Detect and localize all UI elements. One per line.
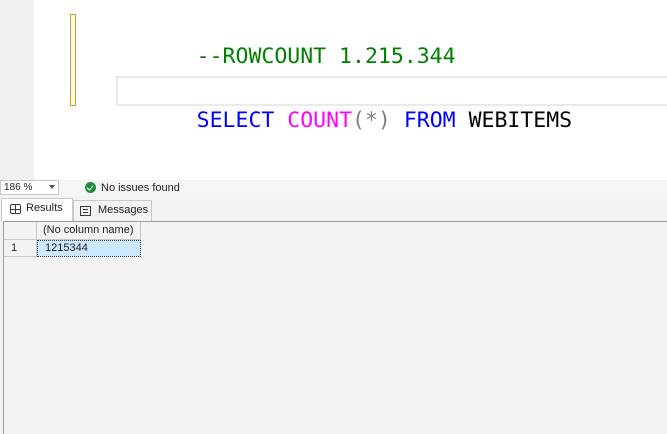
sql-function-count: COUNT — [287, 108, 353, 133]
grid-icon — [10, 204, 21, 214]
tab-results[interactable]: Results — [1, 198, 73, 221]
sql-punctuation: (*) — [352, 108, 391, 133]
row-header[interactable]: 1 — [4, 240, 37, 257]
sql-space — [456, 108, 469, 133]
messages-icon — [80, 206, 91, 216]
tab-results-label: Results — [26, 202, 63, 214]
column-header[interactable]: (No column name) — [37, 222, 141, 240]
chevron-down-icon — [49, 185, 55, 189]
zoom-value: 186 % — [4, 182, 33, 193]
sql-comment: --ROWCOUNT 1.215.344 — [196, 44, 456, 69]
code-line-2[interactable]: SELECT COUNT(*) FROM WEBITEMS — [119, 76, 572, 166]
editor-gutter — [0, 0, 34, 180]
results-pane: Results Messages (No column name) 1 1215… — [0, 196, 667, 434]
results-grid[interactable]: (No column name) 1 1215344 — [3, 221, 667, 434]
check-circle-icon — [85, 182, 96, 193]
sql-table-name: WEBITEMS — [468, 108, 573, 133]
sql-query-window: --ROWCOUNT 1.215.344 SELECT COUNT(*) FRO… — [0, 0, 667, 434]
sql-space — [274, 108, 287, 133]
change-tracking-marker — [70, 14, 76, 106]
sql-space — [391, 108, 404, 133]
grid-select-all-corner[interactable] — [4, 222, 37, 240]
issues-status[interactable]: No issues found — [101, 181, 180, 195]
tab-messages[interactable]: Messages — [73, 200, 152, 221]
tab-messages-label: Messages — [98, 204, 149, 216]
zoom-dropdown[interactable]: 186 % — [0, 180, 59, 195]
results-tab-bar: Results Messages — [0, 196, 667, 221]
sql-keyword-select: SELECT — [196, 108, 275, 133]
sql-keyword-from: FROM — [403, 108, 456, 133]
result-cell[interactable]: 1215344 — [37, 240, 141, 257]
editor-status-strip: 186 % No issues found — [0, 180, 667, 196]
query-editor[interactable]: --ROWCOUNT 1.215.344 SELECT COUNT(*) FRO… — [0, 0, 667, 180]
